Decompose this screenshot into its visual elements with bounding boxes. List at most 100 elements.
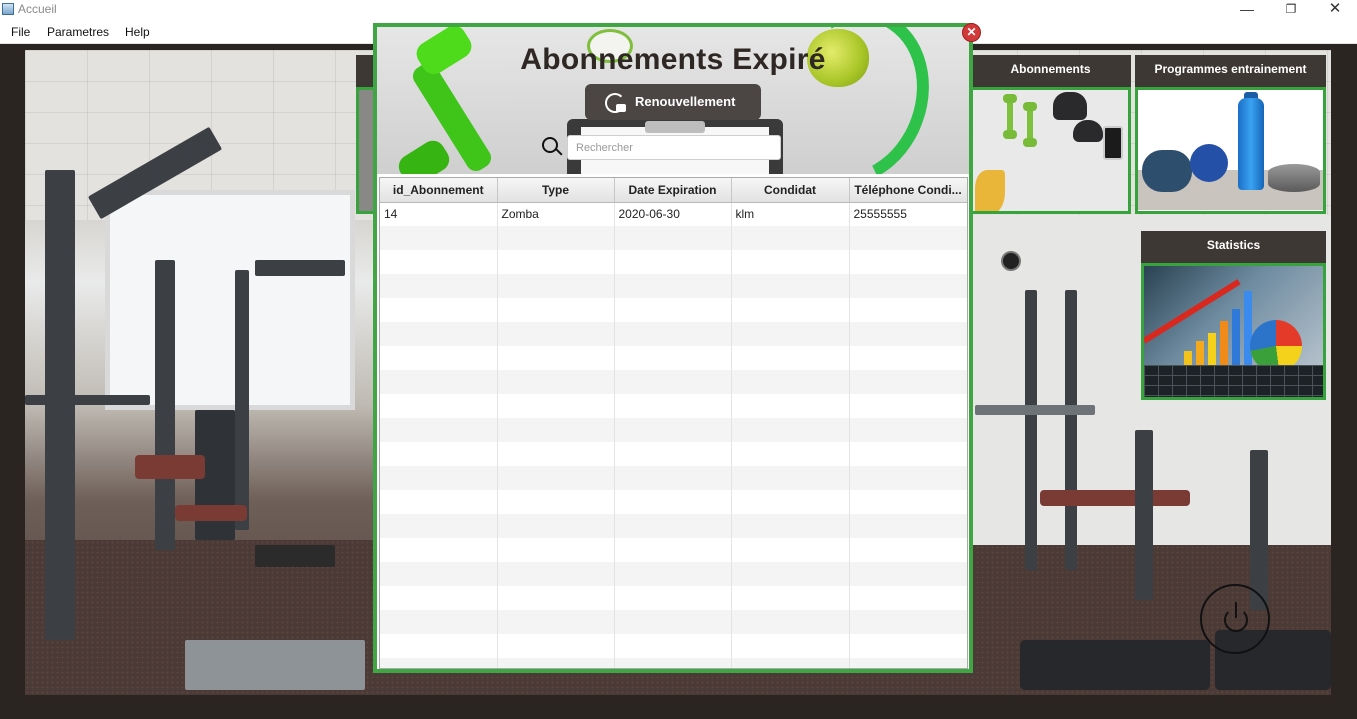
- empty-cell: [614, 538, 732, 562]
- tile-programmes[interactable]: [1135, 87, 1326, 214]
- empty-cell: [614, 490, 732, 514]
- power-button[interactable]: [1200, 584, 1270, 654]
- empty-table-row: [380, 634, 967, 658]
- empty-cell: [614, 418, 732, 442]
- empty-cell: [497, 298, 615, 322]
- empty-cell: [614, 322, 732, 346]
- column-header[interactable]: Type: [497, 178, 615, 203]
- renew-button-label: Renouvellement: [635, 94, 736, 109]
- empty-cell: [731, 370, 850, 394]
- empty-table-row: [380, 514, 967, 538]
- tile-statistics-header: Statistics: [1141, 231, 1326, 263]
- window-title: Accueil: [18, 2, 57, 16]
- column-header[interactable]: Date Expiration: [614, 178, 732, 203]
- empty-cell: [380, 274, 498, 298]
- tile-statistics[interactable]: [1141, 263, 1326, 400]
- empty-cell: [380, 346, 498, 370]
- empty-table-row: [380, 538, 967, 562]
- empty-table-row: [380, 490, 967, 514]
- empty-cell: [614, 442, 732, 466]
- rack-post: [1025, 290, 1037, 570]
- empty-cell: [380, 418, 498, 442]
- empty-cell: [614, 250, 732, 274]
- empty-cell: [731, 394, 850, 418]
- minimize-button[interactable]: —: [1224, 0, 1270, 20]
- column-header[interactable]: id_Abonnement: [380, 178, 498, 203]
- empty-cell: [380, 322, 498, 346]
- empty-cell: [731, 490, 850, 514]
- empty-cell: [614, 274, 732, 298]
- empty-cell: [380, 610, 498, 634]
- empty-cell: [497, 562, 615, 586]
- empty-cell: [614, 466, 732, 490]
- empty-cell: [849, 490, 967, 514]
- empty-table-row: [380, 346, 967, 370]
- empty-cell: [497, 586, 615, 610]
- refresh-icon-check: [616, 104, 626, 112]
- empty-table-row: [380, 466, 967, 490]
- dumbbell-end: [394, 136, 454, 174]
- clipboard-clamp: [645, 121, 705, 133]
- cell-type: Zomba: [497, 202, 615, 226]
- dumbbell-end: [1023, 102, 1037, 111]
- empty-cell: [614, 226, 732, 250]
- empty-cell: [380, 226, 498, 250]
- dumbbell-end: [1003, 94, 1017, 103]
- towel: [1142, 150, 1192, 192]
- menu-parametres[interactable]: Parametres: [47, 25, 109, 39]
- bench-pad: [135, 455, 205, 479]
- empty-cell: [849, 658, 967, 668]
- dumbbell-icon: [1027, 108, 1033, 142]
- empty-cell: [497, 370, 615, 394]
- machine-frame: [45, 170, 75, 640]
- empty-cell: [849, 346, 967, 370]
- window-close-button[interactable]: ✕: [1312, 0, 1357, 20]
- empty-cell: [849, 322, 967, 346]
- empty-cell: [380, 658, 498, 668]
- table-row[interactable]: 14 Zomba 2020-06-30 klm 25555555: [380, 202, 967, 226]
- maximize-button[interactable]: ❐: [1268, 0, 1314, 20]
- empty-table-row: [380, 586, 967, 610]
- empty-cell: [497, 394, 615, 418]
- menu-help[interactable]: Help: [125, 25, 150, 39]
- cell-telephone: 25555555: [849, 202, 967, 226]
- dumbbell-rack: [185, 640, 365, 690]
- empty-cell: [849, 634, 967, 658]
- empty-cell: [849, 370, 967, 394]
- empty-cell: [380, 514, 498, 538]
- rack-post: [1135, 430, 1153, 600]
- renew-button[interactable]: Renouvellement: [585, 84, 761, 120]
- expired-subscriptions-dialog: Abonnements Expiré Renouvellement id_Abo…: [373, 23, 973, 673]
- chart-bar: [1244, 291, 1252, 371]
- empty-table-row: [380, 298, 967, 322]
- cell-condidat: klm: [731, 202, 850, 226]
- menu-file[interactable]: File: [11, 25, 30, 39]
- empty-cell: [731, 274, 850, 298]
- column-header[interactable]: Téléphone Condi...: [849, 178, 967, 203]
- empty-cell: [731, 466, 850, 490]
- tile-programmes-header: Programmes entrainement: [1135, 55, 1326, 87]
- bench-pad: [1040, 490, 1190, 506]
- app-icon: [2, 3, 14, 15]
- empty-cell: [731, 250, 850, 274]
- empty-cell: [497, 226, 615, 250]
- machine-bar: [255, 260, 345, 276]
- empty-cell: [380, 298, 498, 322]
- empty-cell: [731, 586, 850, 610]
- tile-abonnements[interactable]: [970, 87, 1131, 214]
- column-header[interactable]: Condidat: [731, 178, 850, 203]
- empty-cell: [614, 346, 732, 370]
- statistics-image: [1144, 266, 1323, 397]
- cell-date: 2020-06-30: [614, 202, 732, 226]
- water-bottle: [1238, 98, 1264, 190]
- empty-table-row: [380, 610, 967, 634]
- rack-post: [1065, 290, 1077, 570]
- dialog-close-button[interactable]: ✕: [962, 23, 981, 42]
- empty-cell: [731, 226, 850, 250]
- empty-table-row: [380, 394, 967, 418]
- empty-cell: [849, 418, 967, 442]
- power-icon-line: [1235, 602, 1237, 618]
- search-input[interactable]: [567, 135, 781, 160]
- empty-cell: [497, 514, 615, 538]
- empty-cell: [614, 634, 732, 658]
